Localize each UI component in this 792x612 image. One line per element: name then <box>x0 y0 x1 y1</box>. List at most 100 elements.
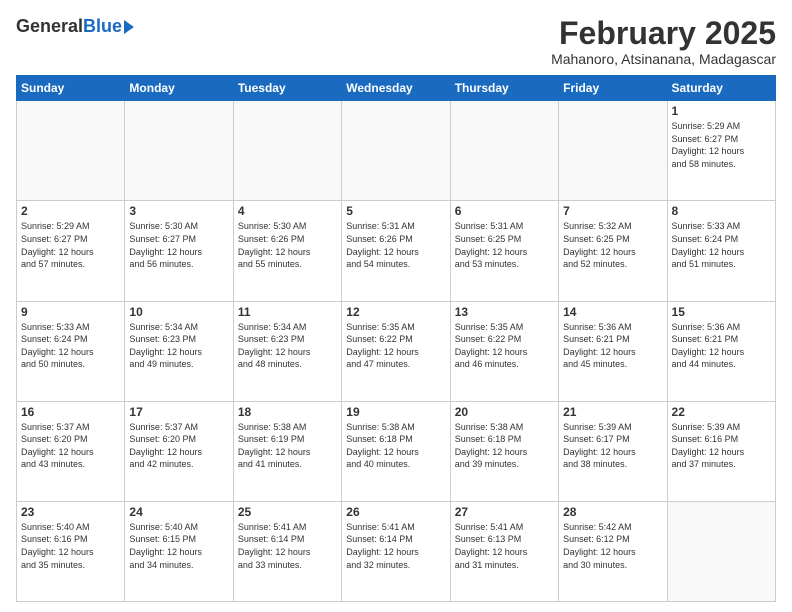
day-info: Sunrise: 5:37 AM Sunset: 6:20 PM Dayligh… <box>21 421 120 471</box>
day-number: 6 <box>455 204 554 218</box>
day-number: 4 <box>238 204 337 218</box>
calendar-cell: 28 Sunrise: 5:42 AM Sunset: 6:12 PM Dayli… <box>559 501 667 601</box>
calendar-cell: 5 Sunrise: 5:31 AM Sunset: 6:26 PM Daylig… <box>342 201 450 301</box>
location: Mahanoro, Atsinanana, Madagascar <box>551 51 776 67</box>
calendar-cell: 26 Sunrise: 5:41 AM Sunset: 6:14 PM Dayli… <box>342 501 450 601</box>
day-info: Sunrise: 5:35 AM Sunset: 6:22 PM Dayligh… <box>455 321 554 371</box>
logo-arrow-icon <box>124 20 134 34</box>
day-info: Sunrise: 5:30 AM Sunset: 6:27 PM Dayligh… <box>129 220 228 270</box>
calendar-week-4: 23 Sunrise: 5:40 AM Sunset: 6:16 PM Dayli… <box>17 501 776 601</box>
logo-blue: Blue <box>83 16 122 37</box>
calendar-cell: 19Sunrise: 5:38 AM Sunset: 6:18 PM Dayli… <box>342 401 450 501</box>
col-friday: Friday <box>559 76 667 101</box>
day-info: Sunrise: 5:33 AM Sunset: 6:24 PM Dayligh… <box>21 321 120 371</box>
day-number: 9 <box>21 305 120 319</box>
title-block: February 2025 Mahanoro, Atsinanana, Mada… <box>551 16 776 67</box>
day-info: Sunrise: 5:29 AM Sunset: 6:27 PM Dayligh… <box>672 120 771 170</box>
day-number: 11 <box>238 305 337 319</box>
calendar-cell: 21Sunrise: 5:39 AM Sunset: 6:17 PM Dayli… <box>559 401 667 501</box>
calendar-cell <box>559 101 667 201</box>
calendar-cell: 24 Sunrise: 5:40 AM Sunset: 6:15 PM Dayli… <box>125 501 233 601</box>
day-number: 5 <box>346 204 445 218</box>
day-number: 23 <box>21 505 120 519</box>
day-number: 7 <box>563 204 662 218</box>
day-number: 22 <box>672 405 771 419</box>
day-info: Sunrise: 5:40 AM Sunset: 6:16 PM Dayligh… <box>21 521 120 571</box>
day-number: 3 <box>129 204 228 218</box>
day-number: 1 <box>672 104 771 118</box>
day-info: Sunrise: 5:38 AM Sunset: 6:18 PM Dayligh… <box>346 421 445 471</box>
calendar-cell: 14 Sunrise: 5:36 AM Sunset: 6:21 PM Dayli… <box>559 301 667 401</box>
day-info: Sunrise: 5:38 AM Sunset: 6:18 PM Dayligh… <box>455 421 554 471</box>
day-info: Sunrise: 5:39 AM Sunset: 6:17 PM Dayligh… <box>563 421 662 471</box>
logo: General Blue <box>16 16 134 37</box>
day-number: 26 <box>346 505 445 519</box>
day-info: Sunrise: 5:33 AM Sunset: 6:24 PM Dayligh… <box>672 220 771 270</box>
header: General Blue February 2025 Mahanoro, Ats… <box>16 16 776 67</box>
day-info: Sunrise: 5:39 AM Sunset: 6:16 PM Dayligh… <box>672 421 771 471</box>
day-number: 24 <box>129 505 228 519</box>
calendar-week-2: 9 Sunrise: 5:33 AM Sunset: 6:24 PM Daylig… <box>17 301 776 401</box>
calendar-cell: 16 Sunrise: 5:37 AM Sunset: 6:20 PM Dayli… <box>17 401 125 501</box>
calendar-week-1: 2Sunrise: 5:29 AM Sunset: 6:27 PM Daylig… <box>17 201 776 301</box>
day-number: 13 <box>455 305 554 319</box>
calendar-header-row: Sunday Monday Tuesday Wednesday Thursday… <box>17 76 776 101</box>
logo-general: General <box>16 16 83 37</box>
day-number: 12 <box>346 305 445 319</box>
calendar-cell: 6 Sunrise: 5:31 AM Sunset: 6:25 PM Daylig… <box>450 201 558 301</box>
day-number: 28 <box>563 505 662 519</box>
day-info: Sunrise: 5:36 AM Sunset: 6:21 PM Dayligh… <box>672 321 771 371</box>
calendar-week-0: 1 Sunrise: 5:29 AM Sunset: 6:27 PM Daylig… <box>17 101 776 201</box>
day-info: Sunrise: 5:34 AM Sunset: 6:23 PM Dayligh… <box>129 321 228 371</box>
day-info: Sunrise: 5:30 AM Sunset: 6:26 PM Dayligh… <box>238 220 337 270</box>
calendar-cell: 3 Sunrise: 5:30 AM Sunset: 6:27 PM Daylig… <box>125 201 233 301</box>
day-number: 25 <box>238 505 337 519</box>
calendar-cell: 2Sunrise: 5:29 AM Sunset: 6:27 PM Daylig… <box>17 201 125 301</box>
day-info: Sunrise: 5:31 AM Sunset: 6:25 PM Dayligh… <box>455 220 554 270</box>
col-monday: Monday <box>125 76 233 101</box>
calendar-cell <box>233 101 341 201</box>
calendar-cell: 15 Sunrise: 5:36 AM Sunset: 6:21 PM Dayli… <box>667 301 775 401</box>
day-number: 2 <box>21 204 120 218</box>
day-info: Sunrise: 5:41 AM Sunset: 6:13 PM Dayligh… <box>455 521 554 571</box>
page: General Blue February 2025 Mahanoro, Ats… <box>0 0 792 612</box>
calendar-cell: 13 Sunrise: 5:35 AM Sunset: 6:22 PM Dayli… <box>450 301 558 401</box>
calendar-cell <box>125 101 233 201</box>
day-info: Sunrise: 5:32 AM Sunset: 6:25 PM Dayligh… <box>563 220 662 270</box>
calendar-cell: 23 Sunrise: 5:40 AM Sunset: 6:16 PM Dayli… <box>17 501 125 601</box>
calendar-cell <box>17 101 125 201</box>
day-info: Sunrise: 5:36 AM Sunset: 6:21 PM Dayligh… <box>563 321 662 371</box>
day-info: Sunrise: 5:42 AM Sunset: 6:12 PM Dayligh… <box>563 521 662 571</box>
calendar-cell: 27Sunrise: 5:41 AM Sunset: 6:13 PM Dayli… <box>450 501 558 601</box>
calendar-cell: 25 Sunrise: 5:41 AM Sunset: 6:14 PM Dayli… <box>233 501 341 601</box>
col-wednesday: Wednesday <box>342 76 450 101</box>
day-info: Sunrise: 5:35 AM Sunset: 6:22 PM Dayligh… <box>346 321 445 371</box>
month-year: February 2025 <box>551 16 776 51</box>
day-number: 17 <box>129 405 228 419</box>
day-number: 8 <box>672 204 771 218</box>
calendar-cell: 12 Sunrise: 5:35 AM Sunset: 6:22 PM Dayli… <box>342 301 450 401</box>
day-number: 20 <box>455 405 554 419</box>
calendar-cell <box>667 501 775 601</box>
day-info: Sunrise: 5:34 AM Sunset: 6:23 PM Dayligh… <box>238 321 337 371</box>
day-info: Sunrise: 5:31 AM Sunset: 6:26 PM Dayligh… <box>346 220 445 270</box>
calendar-cell: 4 Sunrise: 5:30 AM Sunset: 6:26 PM Daylig… <box>233 201 341 301</box>
day-number: 16 <box>21 405 120 419</box>
day-number: 18 <box>238 405 337 419</box>
day-info: Sunrise: 5:41 AM Sunset: 6:14 PM Dayligh… <box>238 521 337 571</box>
day-info: Sunrise: 5:37 AM Sunset: 6:20 PM Dayligh… <box>129 421 228 471</box>
day-info: Sunrise: 5:40 AM Sunset: 6:15 PM Dayligh… <box>129 521 228 571</box>
calendar-cell: 8 Sunrise: 5:33 AM Sunset: 6:24 PM Daylig… <box>667 201 775 301</box>
col-saturday: Saturday <box>667 76 775 101</box>
calendar-cell: 22 Sunrise: 5:39 AM Sunset: 6:16 PM Dayli… <box>667 401 775 501</box>
day-number: 14 <box>563 305 662 319</box>
calendar-cell: 9 Sunrise: 5:33 AM Sunset: 6:24 PM Daylig… <box>17 301 125 401</box>
col-tuesday: Tuesday <box>233 76 341 101</box>
col-thursday: Thursday <box>450 76 558 101</box>
calendar-cell <box>450 101 558 201</box>
day-info: Sunrise: 5:41 AM Sunset: 6:14 PM Dayligh… <box>346 521 445 571</box>
calendar-cell: 20 Sunrise: 5:38 AM Sunset: 6:18 PM Dayli… <box>450 401 558 501</box>
calendar-cell: 18Sunrise: 5:38 AM Sunset: 6:19 PM Dayli… <box>233 401 341 501</box>
day-number: 15 <box>672 305 771 319</box>
calendar-cell <box>342 101 450 201</box>
